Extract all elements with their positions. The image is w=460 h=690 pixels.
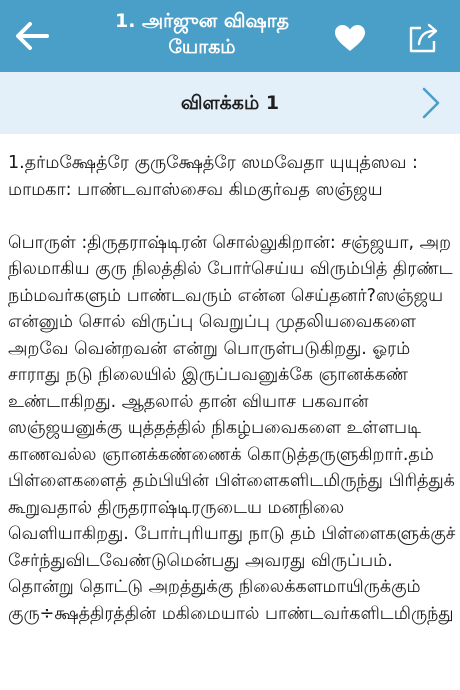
favorite-button[interactable] [330,18,370,58]
share-icon [409,23,438,53]
content-body: 1.தர்மக்ஷேத்ரே குருக்ஷேத்ரே ஸமவேதா யுயுத… [8,150,456,690]
arrow-left-icon [16,22,49,50]
sub-header: விளக்கம் 1 [0,72,460,134]
back-button[interactable] [10,16,54,56]
page-title: 1. அர்ஜுன விஷாத யோகம் [72,8,332,60]
app-bar: 1. அர்ஜுன விஷாத யோகம் [0,0,460,72]
share-button[interactable] [404,18,444,58]
section-title: விளக்கம் 1 [180,92,280,114]
next-button[interactable] [412,82,450,124]
chevron-right-icon [422,87,440,119]
heart-icon [335,25,365,51]
verse-text: 1.தர்மக்ஷேத்ரே குருக்ஷேத்ரே ஸமவேதா யுயுத… [8,153,418,200]
page-title-line-1: 1. அர்ஜுன விஷாத [114,10,290,32]
meaning-text: பொருள் :திருதராஷ்டிரன் சொல்லுகிறான்: சஞ்… [8,232,456,624]
page-title-line-2: யோகம் [168,36,236,58]
